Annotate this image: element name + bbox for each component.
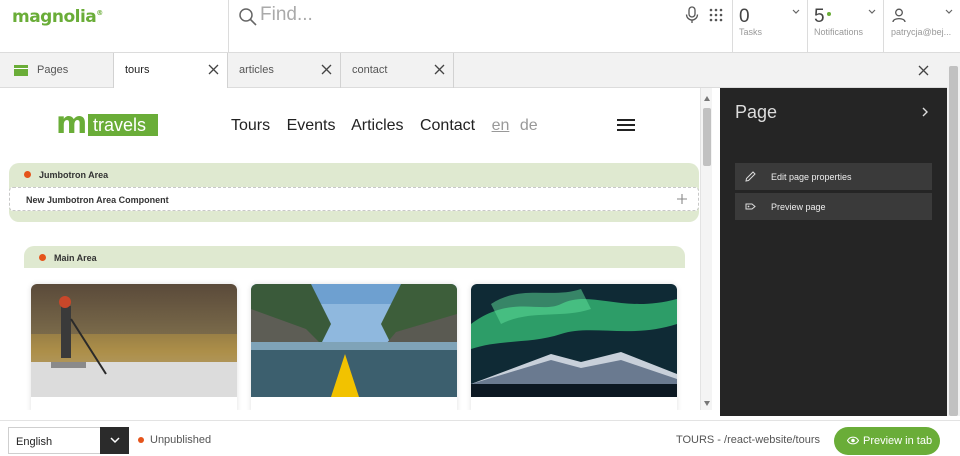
user-name: patrycja@bej...	[891, 27, 952, 37]
chevron-down-icon[interactable]	[868, 9, 876, 15]
tab-label: tours	[125, 64, 150, 76]
language-select-toggle[interactable]	[100, 427, 129, 454]
tab-label: Pages	[37, 64, 69, 76]
main-area[interactable]: Main Area	[24, 246, 685, 268]
actions-panel: Page Edit page properties Preview page	[720, 88, 947, 416]
logo-registered-mark: ®	[96, 9, 103, 17]
area-status-dot	[24, 171, 31, 178]
site-nav-articles[interactable]: Articles	[351, 117, 403, 134]
tab-bar: Pages tours articles contact	[0, 53, 960, 89]
edit-page-properties-button[interactable]: Edit page properties	[735, 163, 932, 190]
tasks-count: 0	[739, 6, 750, 27]
status-bar: English Unpublished TOURS - /react-websi…	[0, 420, 960, 456]
hamburger-menu-icon[interactable]	[617, 119, 635, 133]
preview-scrollbar[interactable]	[700, 88, 712, 410]
site-nav: Tours Events Articles Contact en de	[231, 117, 550, 135]
status-dot	[138, 437, 144, 443]
tour-image-kayak	[251, 284, 457, 397]
search-bar	[229, 0, 733, 53]
eye-icon	[847, 436, 859, 445]
status-label: Unpublished	[150, 434, 212, 446]
notifications-counter[interactable]: 5 Notifications	[808, 0, 884, 53]
preview-page-button[interactable]: Preview page	[735, 193, 932, 220]
scroll-down-arrow-icon[interactable]	[704, 401, 710, 406]
workbench-scrollbar-thumb[interactable]	[949, 66, 958, 416]
tab-tours[interactable]: tours	[114, 53, 228, 89]
tour-card[interactable]	[31, 284, 237, 410]
logo-word: magnolia	[12, 7, 97, 27]
tab-articles[interactable]: articles	[228, 53, 341, 88]
close-icon[interactable]	[208, 64, 219, 75]
site-logo-text: travels	[88, 114, 158, 136]
tasks-counter[interactable]: 0 Tasks	[733, 0, 808, 53]
action-label: Edit page properties	[771, 172, 852, 182]
new-jumbotron-component[interactable]: New Jumbotron Area Component	[9, 187, 699, 211]
new-notification-dot	[826, 12, 831, 16]
close-all-icon[interactable]	[918, 65, 929, 76]
app-logo[interactable]: magnolia®	[0, 0, 229, 53]
tab-label: contact	[352, 64, 388, 76]
chevron-down-icon[interactable]	[945, 9, 953, 15]
apps-grid-icon[interactable]	[709, 8, 723, 22]
preview-in-tab-button[interactable]: Preview in tab	[834, 427, 940, 455]
preview-scrollbar-thumb[interactable]	[703, 108, 711, 166]
site-logo-m: m	[56, 106, 88, 141]
area-status-dot	[39, 254, 46, 261]
language-link-en[interactable]: en	[492, 117, 510, 134]
microphone-icon[interactable]	[684, 6, 700, 24]
tab-contact[interactable]: contact	[341, 53, 454, 88]
notifications-count: 5	[814, 6, 831, 28]
user-menu[interactable]: patrycja@bej...	[884, 0, 960, 53]
language-link-de[interactable]: de	[520, 117, 538, 134]
tag-icon	[745, 203, 756, 210]
tour-image-aurora	[471, 284, 677, 397]
language-select-value: English	[16, 436, 53, 448]
top-bar: magnolia® 0 Tasks 5 Notifications	[0, 0, 960, 53]
user-icon	[892, 8, 906, 23]
tab-pages[interactable]: Pages	[0, 53, 114, 88]
close-icon[interactable]	[434, 64, 445, 75]
scroll-up-arrow-icon[interactable]	[704, 96, 710, 101]
chevron-down-icon[interactable]	[792, 9, 800, 15]
language-select[interactable]: English	[8, 427, 129, 454]
chevron-right-icon[interactable]	[922, 107, 928, 117]
workbench-scrollbar[interactable]	[947, 66, 960, 416]
app-logo-text: magnolia®	[12, 7, 103, 27]
page-path: TOURS - /react-website/tours	[675, 434, 820, 446]
tasks-label: Tasks	[739, 27, 763, 37]
search-icon[interactable]	[238, 7, 258, 27]
main-area-label: Main Area	[54, 253, 97, 263]
jumbotron-area-label: Jumbotron Area	[39, 170, 109, 180]
notifications-label: Notifications	[814, 27, 864, 37]
chevron-down-icon	[110, 437, 120, 444]
pencil-icon	[745, 171, 756, 182]
site-nav-tours[interactable]: Tours	[231, 117, 270, 134]
page-editor-preview: m travels Tours Events Articles Contact …	[0, 88, 700, 410]
tab-label: articles	[239, 64, 274, 76]
tour-card[interactable]	[251, 284, 457, 410]
notifications-count-value: 5	[814, 6, 825, 27]
preview-button-label: Preview in tab	[863, 435, 933, 447]
tour-card[interactable]	[471, 284, 677, 410]
close-icon[interactable]	[321, 64, 332, 75]
tour-image-paddleboard	[31, 284, 237, 397]
search-input[interactable]	[260, 3, 680, 27]
new-component-label: New Jumbotron Area Component	[26, 195, 169, 205]
panel-title: Page	[735, 102, 778, 122]
site-nav-contact[interactable]: Contact	[420, 117, 475, 134]
action-label: Preview page	[771, 202, 826, 212]
site-nav-events[interactable]: Events	[287, 117, 336, 134]
pages-icon	[14, 65, 28, 76]
add-icon[interactable]	[676, 193, 688, 205]
